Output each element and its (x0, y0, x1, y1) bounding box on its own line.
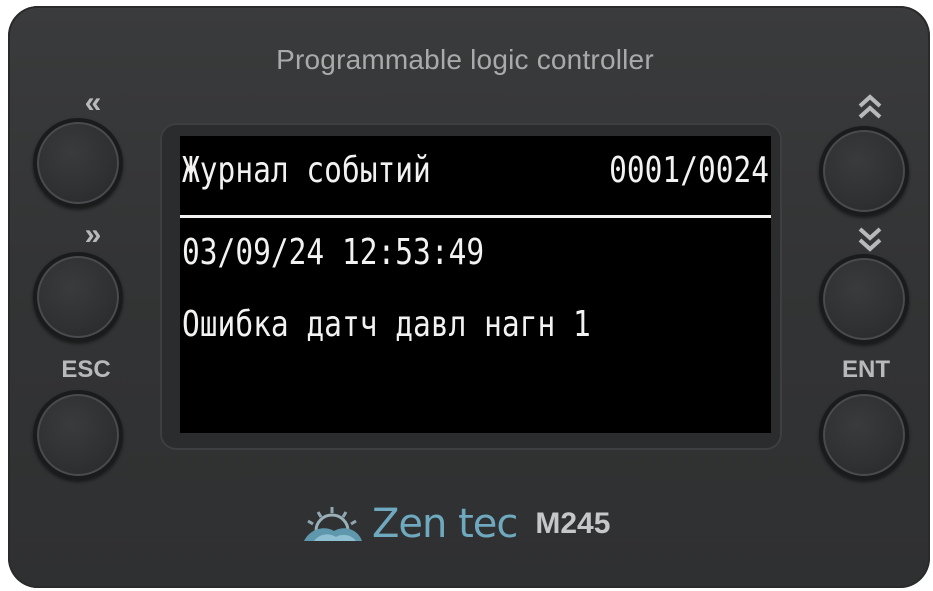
device-title: Programmable logic controller (276, 44, 654, 75)
screen-divider (180, 215, 771, 218)
esc-label: ESC (61, 356, 111, 383)
screen-header-title: Журнал событий (182, 150, 431, 191)
event-message: Ошибка датч давл нагн 1 (182, 304, 591, 345)
left-button-2[interactable] (33, 252, 123, 342)
brand-logo: Zen tec M245 (300, 494, 610, 554)
screen-record-counter: 0001/0024 (609, 150, 769, 191)
down-button[interactable] (819, 254, 909, 344)
left-button-1[interactable] (33, 118, 123, 208)
model-number: M245 (535, 507, 611, 540)
event-timestamp: 03/09/24 12:53:49 (182, 232, 485, 273)
ent-button[interactable] (819, 390, 909, 480)
scroll-left-icon: « (84, 86, 102, 119)
page-down-icon (858, 227, 882, 252)
sun-cloud-logo-icon (304, 507, 362, 541)
lcd-screen: Журнал событий 0001/0024 03/09/24 12:53:… (180, 136, 771, 433)
up-button[interactable] (819, 126, 909, 216)
ent-label: ENT (842, 356, 890, 383)
page-up-icon (858, 94, 882, 119)
scroll-right-icon: » (84, 218, 102, 251)
brand-name: Zen tec (372, 501, 518, 547)
esc-button[interactable] (33, 390, 123, 480)
